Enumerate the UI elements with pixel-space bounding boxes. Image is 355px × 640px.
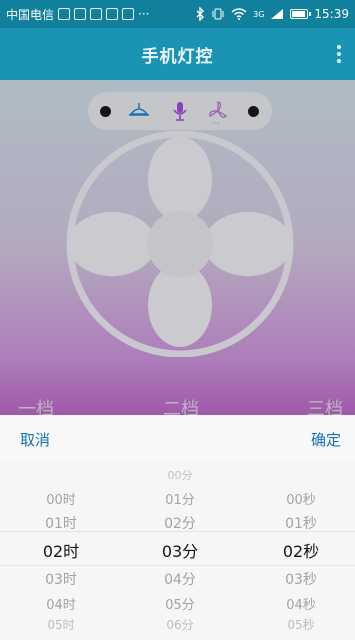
fan-illustration [66, 130, 294, 358]
active-mode-dots: ··· [212, 119, 220, 128]
hours-wheel[interactable]: 00时 01时 02时 03时 04时 05时 [2, 461, 120, 640]
wechat-icon [90, 8, 103, 20]
network-type-label: 3G [253, 9, 265, 19]
overflow-dot [337, 45, 341, 49]
clock: 15:39 [314, 7, 349, 21]
cancel-button[interactable]: 取消 [20, 429, 50, 450]
vibrate-icon [211, 7, 225, 21]
more-notifications: ··· [138, 7, 150, 21]
wheel-item[interactable]: 03时 [2, 569, 120, 589]
confirm-button[interactable]: 确定 [311, 429, 341, 450]
seconds-wheel[interactable]: 00秒 01秒 02秒 03秒 04秒 05秒 [242, 461, 355, 640]
page-title: 手机灯控 [141, 46, 214, 67]
wheel-item[interactable]: 04时 [2, 594, 120, 613]
signal-icon [270, 8, 284, 20]
wheel-item[interactable]: 00秒 [242, 489, 355, 508]
notification-chat-icon [74, 8, 87, 20]
microphone-icon[interactable] [169, 100, 191, 122]
app-bar: 手机灯控 [0, 28, 355, 80]
status-bar: 中国电信 ··· 3G 15:39 [0, 0, 355, 28]
wheel-item[interactable]: 05分 [121, 594, 239, 613]
wheel-item[interactable]: 06分 [121, 616, 239, 633]
notification-app-icon [58, 8, 71, 20]
overflow-dot [337, 59, 341, 63]
wheel-item[interactable]: 01分 [121, 489, 239, 508]
carrier-label: 中国电信 [6, 7, 55, 22]
notification-file-icon [106, 8, 119, 20]
battery-icon [290, 9, 312, 19]
switcher-right-dot[interactable] [248, 106, 259, 117]
overflow-menu-button[interactable] [335, 42, 343, 66]
minutes-wheel[interactable]: 00分 01分 02分 03分 04分 05分 06分 [121, 461, 239, 640]
fan-control[interactable] [62, 130, 298, 358]
selected-second[interactable]: 02秒 [242, 538, 355, 562]
time-picker: 取消 确定 00时 01时 02时 03时 04时 05时 00分 01分 02… [0, 415, 355, 640]
wheel-item[interactable]: 02分 [121, 513, 239, 533]
mode-switcher: ··· [88, 92, 272, 130]
switcher-left-dot[interactable] [100, 106, 111, 117]
wheel-item[interactable]: 01时 [2, 513, 120, 533]
lamp-icon[interactable] [128, 100, 150, 122]
selected-minute[interactable]: 03分 [121, 538, 239, 562]
overflow-dot [337, 52, 341, 56]
wheel-item[interactable]: 01秒 [242, 513, 355, 533]
wheel-item[interactable]: 04分 [121, 569, 239, 589]
wheel-item[interactable]: 05时 [2, 616, 120, 633]
wheel-item[interactable]: 00分 [121, 467, 239, 483]
wheel-item[interactable]: 04秒 [242, 594, 355, 613]
wifi-icon [231, 8, 247, 20]
wheel-item[interactable]: 00时 [2, 489, 120, 508]
wheel-item[interactable]: 05秒 [242, 616, 355, 633]
gallery-icon [122, 8, 135, 20]
wheel-item[interactable]: 03秒 [242, 569, 355, 589]
selected-hour[interactable]: 02时 [2, 538, 120, 562]
bluetooth-icon [195, 7, 205, 21]
picker-header: 取消 确定 [0, 415, 355, 461]
